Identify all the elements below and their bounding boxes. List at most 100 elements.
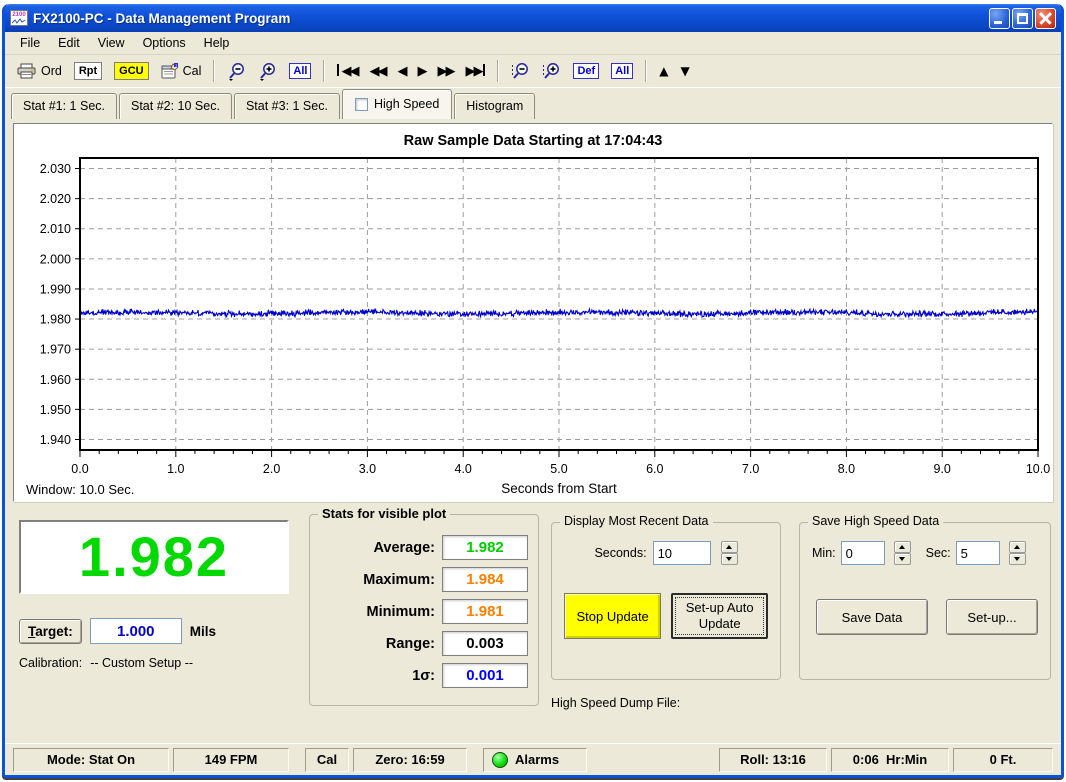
status-runtime: 0:06 Hr:Min bbox=[831, 748, 949, 772]
save-data-button[interactable]: Save Data bbox=[816, 599, 928, 635]
toolbar-separator bbox=[213, 60, 215, 82]
magnifier-plus-icon bbox=[258, 62, 277, 81]
titlebar[interactable]: 2100 FX2100-PC - Data Management Program bbox=[5, 4, 1061, 32]
seconds-label: Seconds: bbox=[594, 546, 646, 560]
nav-first-button[interactable]: ◀◀ bbox=[331, 60, 363, 82]
printer-icon bbox=[17, 63, 37, 79]
zoom-in-vertical-button[interactable] bbox=[536, 58, 567, 85]
toolbar-separator bbox=[645, 60, 647, 82]
menu-help[interactable]: Help bbox=[195, 33, 239, 53]
save-groupbox: Save High Speed Data Min: 0 Sec: 5 Save … bbox=[799, 522, 1051, 680]
tab-stat2[interactable]: Stat #2: 10 Sec. bbox=[119, 93, 232, 119]
nav-next-button[interactable]: ▶ bbox=[411, 61, 431, 82]
up-arrow-icon bbox=[899, 545, 905, 549]
default-scale-vertical-button[interactable]: Def bbox=[567, 59, 605, 83]
zoom-out-vertical-button[interactable] bbox=[505, 58, 536, 85]
gcu-label: GCU bbox=[114, 62, 148, 80]
tab-histogram[interactable]: Histogram bbox=[454, 93, 535, 119]
tab-high-speed[interactable]: High Speed bbox=[342, 89, 452, 119]
up-arrow-icon bbox=[726, 545, 732, 549]
min-label: Min: bbox=[812, 546, 836, 560]
print-ord-button[interactable]: Ord bbox=[11, 59, 68, 83]
fit-all-vertical-label: All bbox=[611, 63, 633, 79]
minimize-icon bbox=[994, 21, 1002, 24]
default-scale-label: Def bbox=[573, 63, 599, 79]
svg-text:1.960: 1.960 bbox=[40, 373, 71, 387]
zoom-in-horizontal-button[interactable] bbox=[252, 58, 283, 85]
stat-row-maximum: Maximum: 1.984 bbox=[310, 567, 528, 592]
nav-first-icon: ◀◀ bbox=[337, 64, 357, 78]
menu-file[interactable]: File bbox=[11, 33, 49, 53]
minimum-value: 1.981 bbox=[442, 599, 528, 624]
zoom-out-horizontal-button[interactable] bbox=[221, 58, 252, 85]
current-value-display: 1.982 bbox=[19, 520, 289, 594]
magnifier-plus-icon bbox=[542, 62, 561, 81]
nav-next-fast-button[interactable]: ▶▶ bbox=[431, 61, 459, 82]
min-stepper-down[interactable] bbox=[894, 553, 911, 565]
stat-row-sigma: 1σ: 0.001 bbox=[310, 663, 528, 688]
current-value: 1.982 bbox=[79, 529, 229, 585]
close-button[interactable] bbox=[1035, 8, 1056, 29]
svg-text:5.0: 5.0 bbox=[550, 462, 567, 476]
min-stepper bbox=[894, 541, 911, 565]
stat-row-minimum: Minimum: 1.981 bbox=[310, 599, 528, 624]
tab-stat3[interactable]: Stat #3: 1 Sec. bbox=[234, 93, 340, 119]
save-setup-button[interactable]: Set-up... bbox=[946, 599, 1038, 635]
calibration-value: -- Custom Setup -- bbox=[90, 656, 193, 670]
close-icon bbox=[1036, 9, 1055, 28]
fit-all-vertical-button[interactable]: All bbox=[605, 59, 639, 83]
toolbar: Ord Rpt GCU 1 Cal bbox=[5, 55, 1061, 88]
svg-text:4.0: 4.0 bbox=[455, 462, 472, 476]
maximize-icon bbox=[1017, 13, 1028, 24]
status-roll: Roll: 13:16 bbox=[719, 748, 827, 772]
status-bar: Mode: Stat On 149 FPM Cal Zero: 16:59 Al… bbox=[5, 743, 1061, 775]
sec-stepper-up[interactable] bbox=[1009, 541, 1026, 553]
maximize-button[interactable] bbox=[1012, 8, 1033, 29]
rpt-button[interactable]: Rpt bbox=[68, 58, 108, 84]
svg-text:1.980: 1.980 bbox=[40, 313, 71, 327]
min-field[interactable]: 0 bbox=[841, 541, 885, 565]
menu-options[interactable]: Options bbox=[134, 33, 195, 53]
ord-label: Ord bbox=[41, 64, 62, 78]
fit-all-horizontal-button[interactable]: All bbox=[283, 59, 317, 83]
min-stepper-up[interactable] bbox=[894, 541, 911, 553]
minimize-button[interactable] bbox=[989, 8, 1010, 29]
svg-text:9.0: 9.0 bbox=[934, 462, 951, 476]
seconds-stepper-up[interactable] bbox=[721, 541, 738, 553]
svg-text:2.020: 2.020 bbox=[40, 192, 71, 206]
nav-prev-button[interactable]: ◀ bbox=[391, 61, 411, 82]
cal-button[interactable]: 1 Cal bbox=[155, 59, 208, 83]
range-value: 0.003 bbox=[442, 631, 528, 656]
nav-prev-icon: ◀ bbox=[397, 65, 405, 78]
chart-panel: Raw Sample Data Starting at 17:04:43 2.0… bbox=[13, 123, 1053, 502]
stat-row-average: Average: 1.982 bbox=[310, 535, 528, 560]
seconds-stepper bbox=[721, 541, 738, 565]
target-value-field[interactable]: 1.000 bbox=[90, 618, 182, 644]
toolbar-separator bbox=[323, 60, 325, 82]
stop-update-button[interactable]: Stop Update bbox=[564, 593, 661, 639]
seconds-field[interactable]: 10 bbox=[653, 541, 711, 565]
stats-group-title: Stats for visible plot bbox=[318, 506, 450, 521]
menu-view[interactable]: View bbox=[89, 33, 134, 53]
nav-last-button[interactable]: ▶▶ bbox=[459, 60, 491, 82]
svg-text:1.940: 1.940 bbox=[40, 433, 71, 447]
setup-auto-update-button[interactable]: Set-up Auto Update bbox=[671, 593, 768, 639]
nav-prev-fast-button[interactable]: ◀◀ bbox=[363, 61, 391, 82]
dump-file-label: High Speed Dump File: bbox=[551, 696, 787, 710]
high-speed-checkbox[interactable] bbox=[355, 98, 368, 111]
sec-field[interactable]: 5 bbox=[956, 541, 1000, 565]
target-button[interactable]: Target: bbox=[19, 619, 82, 644]
svg-text:7.0: 7.0 bbox=[742, 462, 759, 476]
tab-stat1[interactable]: Stat #1: 1 Sec. bbox=[11, 93, 117, 119]
scroll-up-button[interactable]: ▲ bbox=[653, 61, 674, 81]
seconds-stepper-down[interactable] bbox=[721, 553, 738, 565]
toolbar-separator bbox=[497, 60, 499, 82]
svg-text:10.0: 10.0 bbox=[1026, 462, 1050, 476]
sec-stepper-down[interactable] bbox=[1009, 553, 1026, 565]
menu-edit[interactable]: Edit bbox=[49, 33, 89, 53]
chart-plot[interactable]: 2.0302.0202.0102.0001.9901.9801.9701.960… bbox=[14, 152, 1057, 499]
sigma-value: 0.001 bbox=[442, 663, 528, 688]
scroll-down-icon: ▼ bbox=[680, 65, 689, 77]
gcu-button[interactable]: GCU bbox=[108, 58, 154, 84]
scroll-down-button[interactable]: ▼ bbox=[674, 61, 695, 81]
